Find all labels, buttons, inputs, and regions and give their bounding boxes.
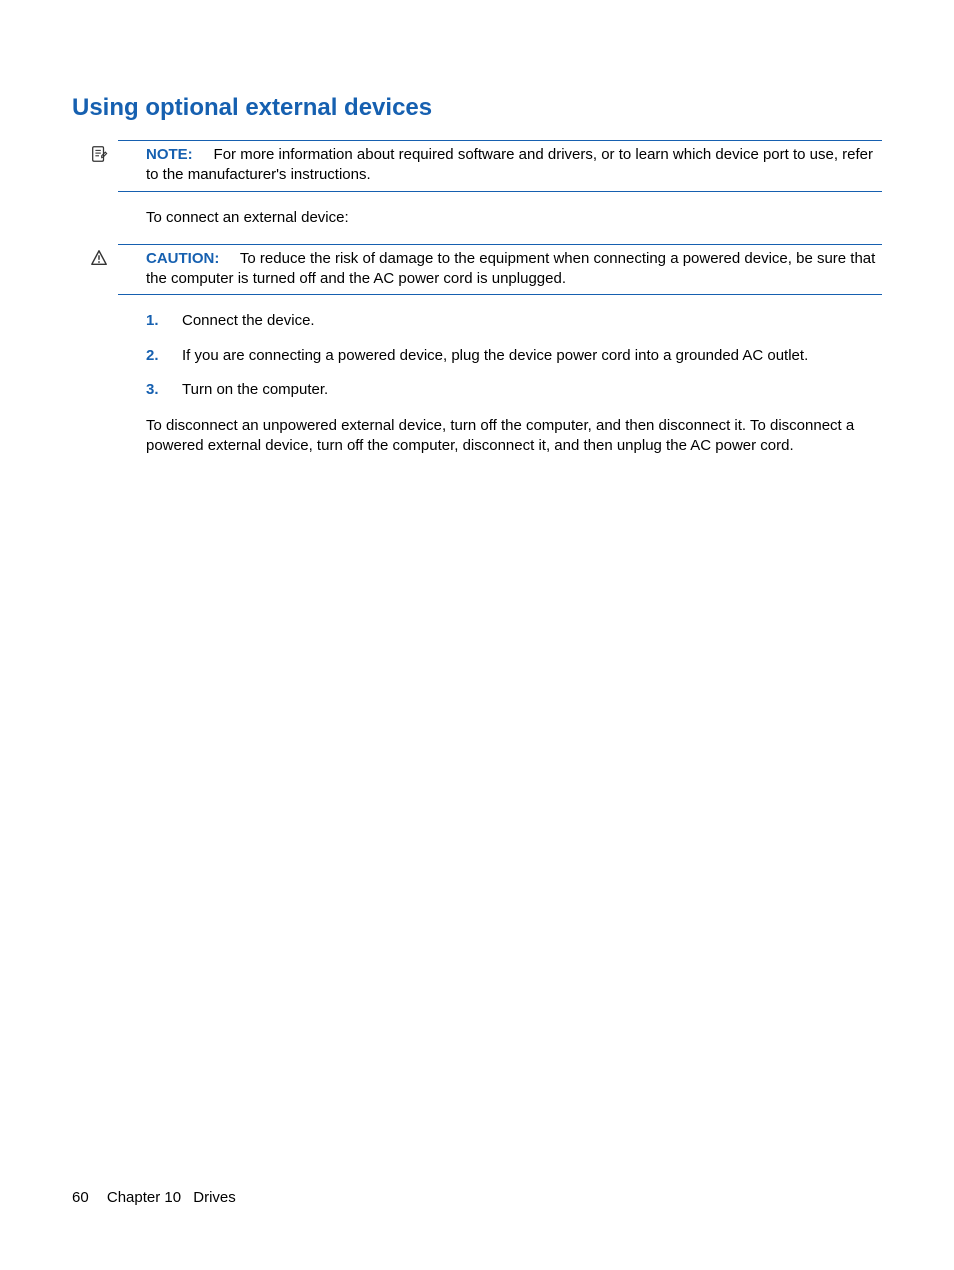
list-item: 2. If you are connecting a powered devic… [146,346,882,366]
step-number: 3. [146,380,182,400]
caution-icon [90,249,110,269]
caution-text: To reduce the risk of damage to the equi… [146,250,875,287]
intro-paragraph: To connect an external device: [146,208,882,228]
step-text: Turn on the computer. [182,380,328,400]
caution-label: CAUTION: [146,250,219,267]
step-number: 2. [146,346,182,366]
note-icon [90,145,110,165]
note-text: For more information about required soft… [146,146,873,183]
step-number: 1. [146,311,182,331]
steps-list: 1. Connect the device. 2. If you are con… [146,311,882,400]
chapter-number: Chapter 10 [107,1189,181,1206]
section-heading: Using optional external devices [72,94,882,122]
closing-paragraph: To disconnect an unpowered external devi… [146,416,882,457]
list-item: 3. Turn on the computer. [146,380,882,400]
chapter-title: Drives [193,1189,236,1206]
page-number: 60 [72,1189,89,1206]
step-text: If you are connecting a powered device, … [182,346,808,366]
note-callout: NOTE: For more information about require… [118,140,882,192]
list-item: 1. Connect the device. [146,311,882,331]
caution-callout: CAUTION: To reduce the risk of damage to… [118,244,882,296]
page-footer: 60 Chapter 10 Drives [72,1189,236,1206]
step-text: Connect the device. [182,311,315,331]
note-label: NOTE: [146,146,193,163]
